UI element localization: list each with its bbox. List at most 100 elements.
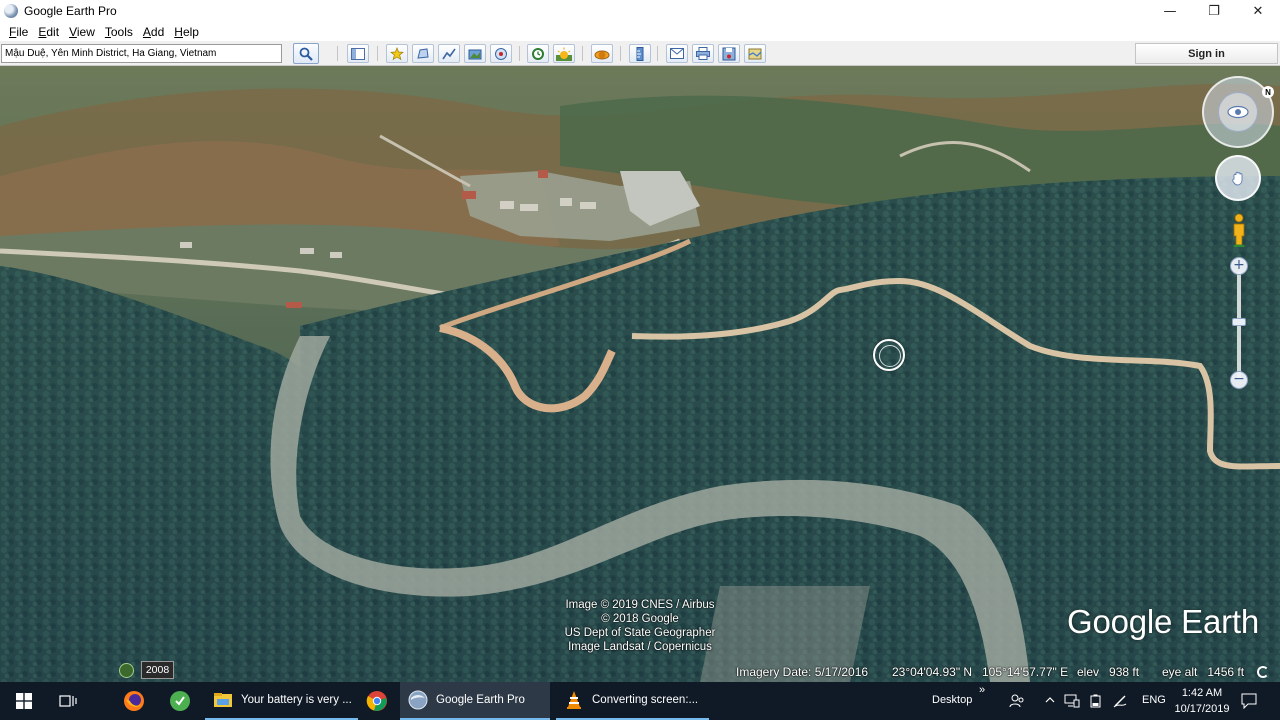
title-bar: Google Earth Pro — ❐ ✕ [0, 0, 1280, 22]
toolbar-separator [582, 46, 583, 61]
satellite-terrain-image [0, 66, 1280, 682]
ruler-button[interactable] [629, 44, 651, 63]
restore-button[interactable]: ❐ [1192, 0, 1236, 22]
menu-add[interactable]: Add [138, 25, 169, 39]
action-center-notification-icon[interactable] [1241, 693, 1257, 709]
vlc-icon [567, 691, 581, 709]
firefox-taskbar-button[interactable] [121, 682, 147, 720]
people-icon[interactable] [1009, 693, 1025, 709]
save-image-icon [722, 47, 736, 60]
print-icon [696, 47, 710, 60]
view-in-maps-button[interactable] [744, 44, 766, 63]
toolbar-separator [519, 46, 520, 61]
switch-planet-button[interactable] [591, 44, 613, 63]
vlc-task-button[interactable]: Converting screen:... [556, 682, 709, 720]
zoom-slider-track[interactable] [1237, 272, 1241, 380]
close-button[interactable]: ✕ [1236, 0, 1280, 22]
network-icon[interactable] [1064, 694, 1080, 708]
window-title: Google Earth Pro [24, 4, 117, 18]
pen-ink-icon[interactable] [1113, 694, 1129, 708]
map-view[interactable]: N + − [0, 66, 1280, 682]
file-explorer-icon [214, 693, 232, 707]
street-view-pegman-icon[interactable] [1230, 213, 1248, 247]
zoom-slider-handle[interactable] [1232, 318, 1246, 326]
show-hidden-icons-chevron-up-icon[interactable] [1044, 694, 1056, 706]
menu-view[interactable]: View [64, 25, 100, 39]
window-controls: — ❐ ✕ [1148, 0, 1280, 22]
save-image-button[interactable] [718, 44, 740, 63]
task-label: Converting screen:... [592, 694, 699, 706]
record-tour-button[interactable] [490, 44, 512, 63]
record-tour-icon [495, 47, 507, 60]
look-joystick[interactable] [1218, 92, 1258, 132]
battery-icon[interactable] [1088, 694, 1104, 708]
chrome-icon [366, 691, 387, 711]
taskbar-clock[interactable]: 1:42 AM 10/17/2019 [1168, 685, 1236, 717]
add-path-button[interactable] [438, 44, 460, 63]
sidebar-toggle-button[interactable] [347, 44, 369, 63]
search-button[interactable] [293, 43, 319, 64]
green-app-icon [170, 691, 190, 711]
map-status-bar: Imagery Date: 5/17/2016 23°04'04.93" N 1… [0, 662, 1280, 682]
eye-icon [1227, 105, 1249, 119]
task-view-icon [59, 695, 77, 707]
view-in-maps-icon [748, 48, 762, 59]
historical-imagery-icon [532, 47, 544, 60]
desktop-toolbar-label[interactable]: Desktop [932, 694, 972, 706]
center-reticle [873, 339, 905, 371]
clock-time: 1:42 AM [1181, 687, 1223, 699]
menu-file[interactable]: File [4, 25, 33, 39]
search-icon [299, 47, 313, 61]
google-earth-app-icon [4, 4, 18, 18]
google-earth-icon [408, 690, 428, 710]
streaming-spinner-icon [1257, 666, 1269, 678]
task-view-button[interactable] [56, 682, 80, 720]
app-taskbar-button[interactable] [167, 682, 193, 720]
eye-altitude-readout: eye alt 1456 ft [1162, 665, 1245, 679]
move-control[interactable] [1215, 155, 1261, 201]
print-button[interactable] [692, 44, 714, 63]
minimize-button[interactable]: — [1148, 0, 1192, 22]
add-placemark-button[interactable] [386, 44, 408, 63]
menu-edit[interactable]: Edit [33, 25, 64, 39]
menu-tools[interactable]: Tools [100, 25, 138, 39]
email-icon [670, 48, 684, 59]
polygon-icon [417, 47, 429, 59]
sunlight-button[interactable] [553, 44, 575, 63]
historical-imagery-button[interactable] [527, 44, 549, 63]
start-button[interactable] [12, 682, 36, 720]
windows-taskbar: Your battery is very ... Google Earth Pr… [0, 682, 1280, 720]
toolbar-separator [657, 46, 658, 61]
windows-logo-icon [16, 693, 32, 709]
menu-help[interactable]: Help [169, 25, 204, 39]
task-label: Your battery is very ... [241, 694, 352, 706]
explorer-task-button[interactable]: Your battery is very ... [205, 682, 358, 720]
input-language-indicator[interactable]: ENG [1142, 694, 1166, 706]
attribution-line: Image Landsat / Copernicus [568, 641, 712, 653]
toolbar-separator [337, 46, 338, 61]
image-overlay-icon [468, 49, 482, 59]
add-image-overlay-button[interactable] [464, 44, 486, 63]
toolbar-separator [377, 46, 378, 61]
desktop-toolbar-chevron[interactable]: » [979, 684, 985, 696]
toolbar: Sign in [0, 41, 1280, 66]
zoom-out-button[interactable]: − [1230, 371, 1248, 389]
latitude-readout: 23°04'04.93" N [892, 665, 973, 679]
search-input[interactable] [1, 44, 282, 63]
google-earth-task-button[interactable]: Google Earth Pro [400, 682, 550, 720]
attribution-line: © 2018 Google [601, 613, 679, 625]
path-icon [442, 48, 456, 59]
zoom-in-button[interactable]: + [1230, 257, 1248, 275]
task-label: Google Earth Pro [436, 694, 525, 706]
ruler-icon [636, 46, 644, 61]
compass-north-indicator[interactable]: N [1262, 86, 1274, 98]
longitude-readout: 105°14'57.77" E [982, 665, 1069, 679]
add-polygon-button[interactable] [412, 44, 434, 63]
planets-icon [594, 50, 610, 59]
email-button[interactable] [666, 44, 688, 63]
imagery-attribution: Image © 2019 CNES / Airbus © 2018 Google… [555, 598, 725, 654]
toolbar-separator [620, 46, 621, 61]
sign-in-button[interactable]: Sign in [1135, 43, 1278, 64]
elevation-readout: elev 938 ft [1077, 665, 1140, 679]
chrome-taskbar-button[interactable] [364, 682, 390, 720]
